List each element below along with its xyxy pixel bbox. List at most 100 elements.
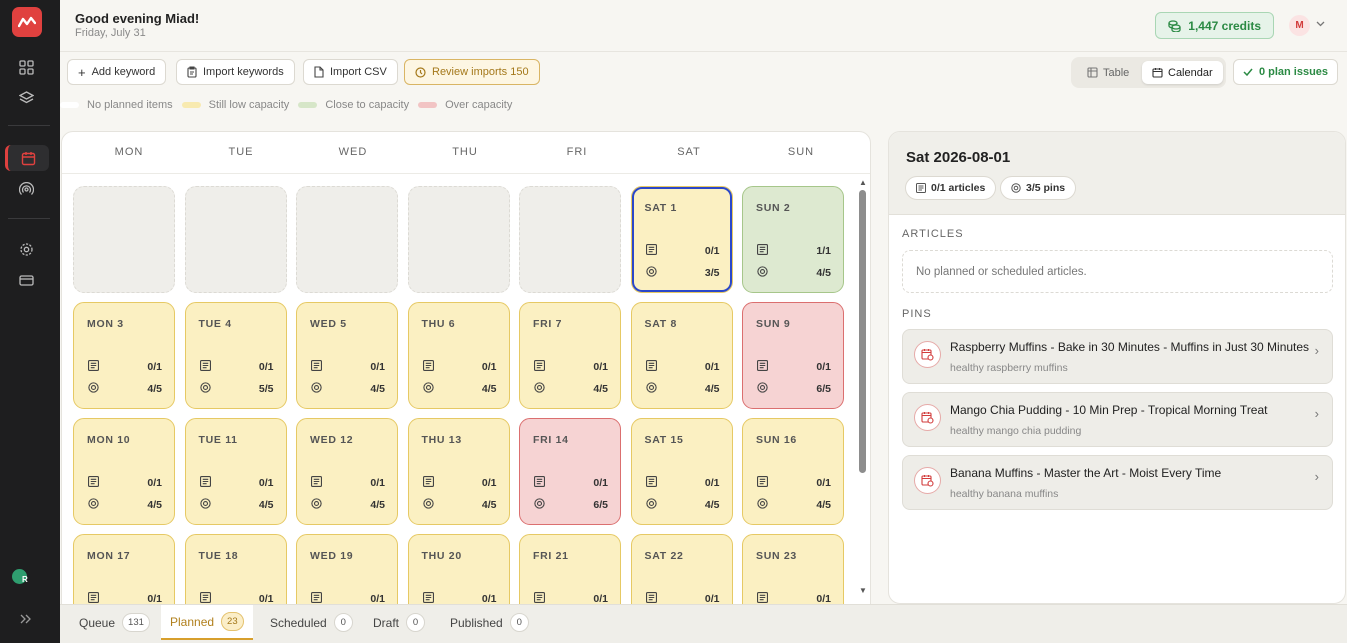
calendar-nav-icon[interactable] <box>5 145 49 171</box>
calendar-day-cell[interactable]: SAT 8 0/1 4/5 <box>630 302 733 409</box>
articles-count: 0/1 <box>704 477 720 489</box>
articles-count: 0/1 <box>370 361 385 373</box>
articles-count-row: 0/1 <box>757 360 831 374</box>
calendar-day-cell[interactable]: THU 6 0/1 4/5 <box>407 302 510 409</box>
add-keyword-button[interactable]: + Add keyword <box>67 59 167 85</box>
calendar-day-cell[interactable]: TUE 11 0/1 4/5 <box>184 418 287 525</box>
scroll-down-icon[interactable]: ▼ <box>859 586 867 595</box>
calendar-day-cell[interactable]: THU 20 0/1 <box>407 534 510 604</box>
articles-count: 0/1 <box>481 361 497 373</box>
articles-count: 0/1 <box>704 245 720 257</box>
weekday-label: MON <box>114 146 144 158</box>
account-avatar[interactable]: M <box>1289 15 1310 36</box>
calendar-scrollbar[interactable]: ▲ ▼ <box>858 178 868 600</box>
pin-keyword: healthy raspberry muffins <box>950 362 1068 374</box>
tab-count: 131 <box>122 613 150 632</box>
billing-card-icon[interactable] <box>8 267 44 293</box>
pin-icon <box>645 382 657 396</box>
pin-item[interactable]: Raspberry Muffins - Bake in 30 Minutes -… <box>902 329 1333 384</box>
articles-count: 0/1 <box>258 477 274 489</box>
calendar-icon <box>1152 68 1163 78</box>
tab-count: 0 <box>509 613 529 632</box>
calendar-view-button[interactable]: Calendar <box>1142 61 1223 84</box>
day-label: FRI 7 <box>533 318 563 330</box>
chevron-right-icon: › <box>1314 469 1319 484</box>
calendar-day-cell[interactable]: TUE 18 0/1 <box>184 534 287 604</box>
tab-queue[interactable]: Queue 131 <box>70 605 159 640</box>
calendar-day-cell[interactable]: FRI 7 0/1 4/5 <box>519 302 621 409</box>
expand-sidebar-icon[interactable] <box>8 606 44 632</box>
calendar-day-cell[interactable]: MON 17 0/1 <box>73 534 175 604</box>
scheduled-pin-icon <box>914 467 941 494</box>
scrollbar-thumb[interactable] <box>859 190 866 473</box>
calendar-day-cell[interactable]: SUN 23 0/1 <box>742 534 844 604</box>
chevron-down-icon[interactable] <box>1316 19 1325 30</box>
calendar-day-cell[interactable]: MON 10 0/1 4/5 <box>73 418 175 525</box>
review-imports-button[interactable]: Review imports 150 <box>404 59 540 85</box>
articles-count-row: 0/1 <box>311 360 385 374</box>
user-initial: R <box>22 575 28 584</box>
plan-issues-button[interactable]: 0 plan issues <box>1233 59 1338 85</box>
calendar-day-cell[interactable]: SUN 16 0/1 4/5 <box>742 418 844 525</box>
day-detail-panel: Sat 2026-08-01 0/1 articles 3/5 pins ART… <box>888 131 1346 604</box>
layers-icon[interactable] <box>8 85 44 111</box>
tab-count: 0 <box>406 613 426 632</box>
calendar-day-cell[interactable]: THU 13 0/1 4/5 <box>407 418 510 525</box>
credits-badge[interactable]: 1,447 credits <box>1155 12 1274 39</box>
calendar-day-cell[interactable]: SAT 15 0/1 4/5 <box>630 418 733 525</box>
article-icon <box>757 476 768 490</box>
tab-scheduled[interactable]: Scheduled 0 <box>261 605 362 640</box>
calendar-day-cell[interactable]: TUE 4 0/1 5/5 <box>184 302 287 409</box>
table-view-button[interactable]: Table <box>1077 61 1139 84</box>
articles-count-row: 0/1 <box>199 476 274 490</box>
detail-header: Sat 2026-08-01 0/1 articles 3/5 pins <box>889 132 1345 215</box>
calendar-day-cell[interactable]: MON 3 0/1 4/5 <box>73 302 175 409</box>
calendar-day-cell[interactable]: WED 5 0/1 4/5 <box>296 302 398 409</box>
legend-item: Close to capacity <box>298 99 409 111</box>
pins-count: 6/5 <box>816 383 831 395</box>
settings-gear-icon[interactable] <box>8 236 44 262</box>
import-csv-button[interactable]: Import CSV <box>303 59 398 85</box>
pins-count-row: 4/5 <box>88 382 162 396</box>
tab-count: 23 <box>221 612 244 631</box>
view-toggle: Table Calendar <box>1071 57 1226 88</box>
file-icon <box>314 66 324 78</box>
pins-count-row: 6/5 <box>534 498 608 512</box>
calendar-day-cell[interactable]: SAT 1 0/1 3/5 <box>630 186 733 293</box>
articles-count: 0/1 <box>704 361 720 373</box>
calendar-day-cell[interactable]: SAT 22 0/1 <box>630 534 733 604</box>
articles-count-row: 0/1 <box>645 360 720 374</box>
calendar-day-cell[interactable]: SUN 2 1/1 4/5 <box>742 186 844 293</box>
legend-item: Still low capacity <box>181 99 289 111</box>
table-icon <box>1087 67 1098 78</box>
article-icon <box>199 476 211 490</box>
tab-draft[interactable]: Draft 0 <box>364 605 434 640</box>
scroll-up-icon[interactable]: ▲ <box>859 178 867 187</box>
pins-count-row: 4/5 <box>199 498 274 512</box>
tab-planned[interactable]: Planned 23 <box>161 605 253 640</box>
pin-item[interactable]: Mango Chia Pudding - 10 Min Prep - Tropi… <box>902 392 1333 447</box>
pins-count-row: 4/5 <box>645 382 720 396</box>
calendar-day-cell[interactable]: WED 19 0/1 <box>296 534 398 604</box>
broadcast-icon[interactable] <box>8 176 44 202</box>
user-avatar[interactable]: R <box>12 569 32 589</box>
articles-count-row: 0/1 <box>88 476 162 490</box>
tab-published[interactable]: Published 0 <box>441 605 538 640</box>
day-label: TUE 11 <box>198 434 238 446</box>
pin-icon <box>645 266 657 280</box>
calendar-day-cell[interactable]: FRI 14 0/1 6/5 <box>519 418 621 525</box>
weekday-label: WED <box>338 146 368 158</box>
calendar-day-cell[interactable]: FRI 21 0/1 <box>519 534 621 604</box>
app-logo[interactable] <box>12 7 42 37</box>
calendar-day-cell[interactable]: SUN 9 0/1 6/5 <box>742 302 844 409</box>
greeting: Good evening Miad! <box>75 11 200 26</box>
calendar-day-cell[interactable]: WED 12 0/1 4/5 <box>296 418 398 525</box>
articles-count-row: 0/1 <box>422 360 497 374</box>
pin-icon <box>88 498 99 512</box>
pins-count: 4/5 <box>481 499 497 511</box>
dashboard-icon[interactable] <box>8 54 44 80</box>
pins-count: 4/5 <box>370 499 385 511</box>
pin-item[interactable]: Banana Muffins - Master the Art - Moist … <box>902 455 1333 510</box>
import-keywords-button[interactable]: Import keywords <box>176 59 295 85</box>
day-label: SUN 16 <box>756 434 797 446</box>
